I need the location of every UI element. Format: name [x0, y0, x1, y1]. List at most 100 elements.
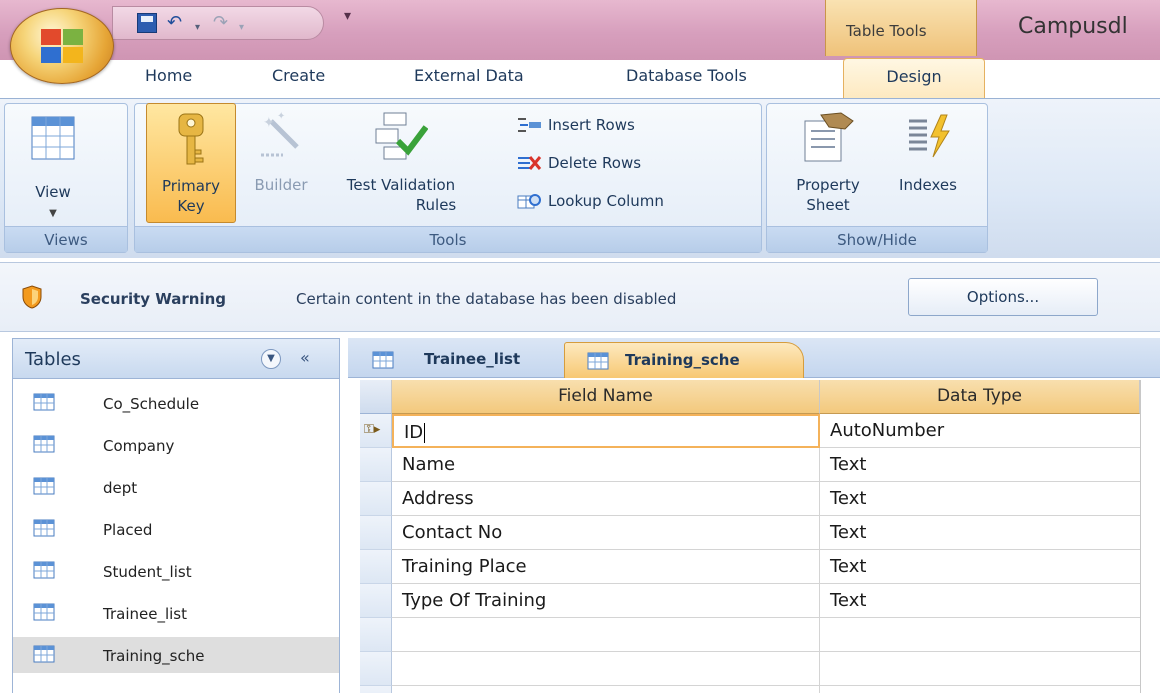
indexes-icon — [909, 114, 950, 158]
nav-item-label: Placed — [103, 521, 153, 539]
select-all-corner[interactable] — [360, 380, 392, 414]
security-warning-message: Certain content in the database has been… — [296, 290, 677, 308]
context-group-label: Table Tools — [846, 22, 927, 40]
security-warning-bar: Security Warning Certain content in the … — [0, 262, 1160, 332]
office-button[interactable] — [10, 8, 114, 84]
row-selector[interactable] — [360, 686, 392, 693]
undo-dropdown-icon[interactable]: ▾ — [195, 18, 200, 38]
field-name-cell[interactable]: Contact No — [392, 516, 820, 550]
data-type-cell[interactable]: Text — [820, 550, 1140, 584]
row-selector[interactable] — [360, 482, 392, 516]
row-selector[interactable]: ⚿▸ — [360, 414, 392, 448]
table-icon — [33, 477, 55, 495]
lookup-column-label: Lookup Column — [548, 192, 664, 210]
nav-item-trainee-list[interactable]: Trainee_list — [13, 595, 339, 631]
nav-item-student-list[interactable]: Student_list — [13, 553, 339, 589]
table-row[interactable] — [360, 686, 1140, 693]
primary-key-row-icon: ⚿▸ — [364, 422, 381, 437]
tab-external-data[interactable]: External Data — [414, 66, 524, 85]
insert-rows-icon — [518, 118, 541, 132]
table-row[interactable]: Address Text — [360, 482, 1140, 516]
nav-item-co-schedule[interactable]: Co_Schedule — [13, 385, 339, 421]
collapse-pane-icon[interactable]: « — [300, 348, 310, 367]
save-icon[interactable] — [137, 13, 157, 33]
nav-item-placed[interactable]: Placed — [13, 511, 339, 547]
field-name-text: ID — [404, 422, 424, 443]
test-validation-rules-button[interactable]: Test Validation Rules — [326, 103, 476, 219]
builder-button[interactable]: ✦ ✦ Builder — [240, 103, 322, 219]
field-name-cell[interactable]: ID — [392, 414, 820, 448]
table-row[interactable]: Contact No Text — [360, 516, 1140, 550]
view-button[interactable]: View ▼ — [13, 108, 93, 224]
property-sheet-line1: Property — [796, 176, 860, 194]
table-tools-context: Table Tools — [825, 0, 977, 56]
data-type-cell[interactable] — [820, 652, 1140, 686]
lookup-column-button[interactable]: Lookup Column — [514, 189, 664, 213]
undo-icon[interactable]: ↶ — [167, 13, 182, 33]
data-type-text: AutoNumber — [830, 420, 945, 441]
options-button[interactable]: Options... — [908, 278, 1098, 316]
doc-tab-label: Training_sche — [625, 351, 740, 369]
data-type-cell[interactable] — [820, 618, 1140, 652]
validation-check-icon — [375, 112, 428, 160]
navigation-pane: Tables ▼ « Co_Schedule Company dept Placed S… — [12, 338, 340, 693]
field-name-cell[interactable]: Name — [392, 448, 820, 482]
table-row[interactable]: Type Of Training Text — [360, 584, 1140, 618]
field-name-cell[interactable]: Address — [392, 482, 820, 516]
insert-rows-button[interactable]: Insert Rows — [514, 113, 635, 137]
data-type-cell[interactable]: AutoNumber — [820, 414, 1140, 448]
table-row[interactable] — [360, 652, 1140, 686]
row-selector[interactable] — [360, 584, 392, 618]
redo-icon[interactable]: ↷ — [213, 13, 228, 33]
tab-database-tools[interactable]: Database Tools — [626, 66, 747, 85]
indexes-button[interactable]: Indexes — [880, 103, 976, 219]
tab-design[interactable]: Design — [843, 58, 985, 102]
data-type-cell[interactable]: Text — [820, 516, 1140, 550]
field-name-cell[interactable]: Type Of Training — [392, 584, 820, 618]
nav-title: Tables — [25, 349, 81, 370]
field-name-cell[interactable] — [392, 618, 820, 652]
view-label: View — [35, 183, 71, 201]
data-type-cell[interactable]: Text — [820, 448, 1140, 482]
field-name-cell[interactable] — [392, 686, 820, 693]
primary-key-line1: Primary — [162, 177, 220, 195]
primary-key-button[interactable]: Primary Key — [146, 103, 236, 223]
doc-tab-training-sche[interactable]: Training_sche — [564, 342, 804, 378]
primary-key-line2: Key — [177, 197, 205, 215]
view-dropdown-icon: ▼ — [49, 208, 57, 219]
table-row[interactable]: Training Place Text — [360, 550, 1140, 584]
field-name-text: Contact No — [402, 522, 503, 543]
nav-dropdown-icon[interactable]: ▼ — [261, 349, 281, 369]
datasheet-view-icon — [31, 116, 75, 160]
row-selector[interactable] — [360, 550, 392, 584]
delete-rows-button[interactable]: Delete Rows — [514, 151, 641, 175]
row-selector[interactable] — [360, 652, 392, 686]
show-hide-group-label: Show/Hide — [767, 226, 987, 252]
property-sheet-label: Property Sheet — [780, 175, 876, 215]
table-design-grid: Field Name Data Type ⚿▸ ID AutoNumber Name T… — [348, 380, 1160, 693]
document-tabstrip: Trainee_list Training_sche — [348, 338, 1160, 378]
data-type-cell[interactable]: Text — [820, 584, 1140, 618]
data-type-cell[interactable]: Text — [820, 482, 1140, 516]
data-type-cell[interactable] — [820, 686, 1140, 693]
tab-create[interactable]: Create — [272, 66, 325, 85]
test-validation-label: Test Validation Rules — [326, 175, 476, 215]
nav-item-label: Student_list — [103, 563, 192, 581]
row-selector[interactable] — [360, 516, 392, 550]
field-name-cell[interactable]: Training Place — [392, 550, 820, 584]
customize-toolbar-icon[interactable]: ▾ — [344, 8, 351, 24]
field-name-cell[interactable] — [392, 652, 820, 686]
table-row[interactable]: ⚿▸ ID AutoNumber — [360, 414, 1140, 448]
doc-tab-trainee-list[interactable]: Trainee_list — [356, 342, 564, 378]
table-row[interactable]: Name Text — [360, 448, 1140, 482]
nav-item-company[interactable]: Company — [13, 427, 339, 463]
indexes-label: Indexes — [899, 176, 957, 194]
row-selector[interactable] — [360, 448, 392, 482]
table-row[interactable] — [360, 618, 1140, 652]
redo-dropdown-icon[interactable]: ▾ — [239, 18, 244, 38]
nav-item-dept[interactable]: dept — [13, 469, 339, 505]
nav-item-training-sche[interactable]: Training_sche — [13, 637, 339, 673]
tab-home[interactable]: Home — [145, 66, 192, 85]
row-selector[interactable] — [360, 618, 392, 652]
property-sheet-button[interactable]: Property Sheet — [780, 103, 876, 219]
